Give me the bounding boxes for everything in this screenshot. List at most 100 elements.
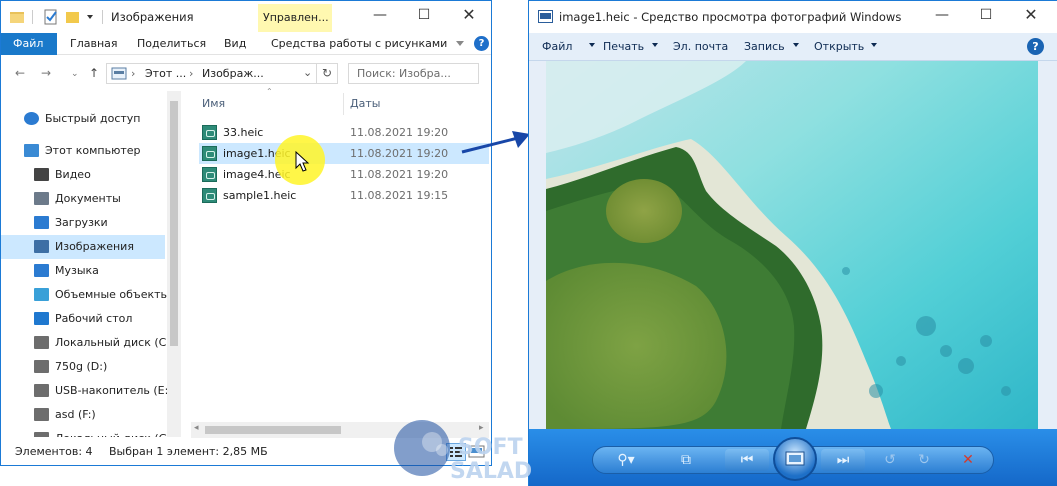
- quick-access-dropdown-icon[interactable]: [87, 15, 93, 19]
- sidebar-item-label: Быстрый доступ: [45, 112, 141, 125]
- file-row[interactable]: image1.heic 11.08.2021 19:20: [199, 143, 489, 164]
- tab-share[interactable]: Поделиться: [137, 33, 206, 55]
- file-list: ⌃ Имя Даты 33.heic 11.08.2021 19:20 image1…: [191, 87, 491, 437]
- sidebar-item[interactable]: Изображения: [1, 235, 165, 259]
- tab-picture-tools[interactable]: Средства работы с рисунками: [271, 33, 447, 55]
- drive-icon: [34, 408, 49, 421]
- properties-icon[interactable]: [43, 9, 59, 25]
- column-header-name[interactable]: Имя: [202, 97, 225, 110]
- viewer-close-button[interactable]: ✕: [1023, 7, 1039, 23]
- zoom-icon[interactable]: ⚲▾: [611, 449, 641, 471]
- softsalad-watermark-logo: SOFT SALAD: [394, 420, 532, 484]
- chevron-down-icon[interactable]: [793, 43, 799, 47]
- file-date: 11.08.2021 19:20: [350, 168, 449, 181]
- sidebar-item[interactable]: 750g (D:): [1, 355, 165, 379]
- navigation-scrollbar[interactable]: [167, 91, 181, 437]
- menu-item[interactable]: Печать: [603, 40, 644, 53]
- address-bar[interactable]: › Этот ... › Изображ... ⌄: [106, 63, 317, 84]
- viewer-help-icon[interactable]: ?: [1027, 38, 1044, 55]
- forward-arrow-icon[interactable]: →: [41, 66, 51, 80]
- maximize-button[interactable]: ☐: [416, 7, 432, 23]
- refresh-button[interactable]: ↻: [317, 63, 338, 84]
- minimize-button[interactable]: —: [372, 7, 388, 23]
- picture-tools-context-tab[interactable]: Управлен...: [258, 4, 332, 32]
- drive-icon: [34, 336, 49, 349]
- tab-file[interactable]: Файл: [1, 33, 57, 55]
- tab-home[interactable]: Главная: [70, 33, 118, 55]
- file-row[interactable]: sample1.heic 11.08.2021 19:15: [199, 185, 489, 206]
- photo-display-area: [529, 61, 1057, 429]
- previous-icon[interactable]: ⏮: [725, 449, 769, 471]
- chevron-down-icon[interactable]: [652, 43, 658, 47]
- next-icon[interactable]: ⏭: [821, 449, 865, 471]
- menu-item[interactable]: Открыть: [814, 40, 864, 53]
- sidebar-item-label: Загрузки: [55, 216, 108, 229]
- sidebar-item[interactable]: Быстрый доступ: [1, 107, 165, 131]
- sidebar-item[interactable]: Загрузки: [1, 211, 165, 235]
- expand-ribbon-icon[interactable]: [456, 41, 464, 46]
- delete-icon[interactable]: ✕: [953, 449, 983, 471]
- file-name: 33.heic: [223, 126, 264, 139]
- sidebar-item-label: Видео: [55, 168, 91, 181]
- sidebar-item[interactable]: Музыка: [1, 259, 165, 283]
- menu-item[interactable]: Файл: [542, 40, 572, 53]
- file-row[interactable]: 33.heic 11.08.2021 19:20: [199, 122, 489, 143]
- address-segment-pc[interactable]: Этот ...: [145, 67, 186, 80]
- sidebar-item[interactable]: asd (F:): [1, 403, 165, 427]
- sidebar-item[interactable]: Документы: [1, 187, 165, 211]
- scrollbar-thumb[interactable]: [205, 426, 341, 434]
- chevron-down-icon[interactable]: [589, 43, 595, 47]
- heic-file-icon: [202, 167, 217, 182]
- viewer-maximize-button[interactable]: ☐: [978, 7, 994, 23]
- tab-view[interactable]: Вид: [224, 33, 246, 55]
- sidebar-item-label: Рабочий стол: [55, 312, 133, 325]
- arrow-icon: [461, 131, 530, 154]
- rotate-counterclockwise-icon[interactable]: ↺: [875, 449, 905, 471]
- recent-locations-icon[interactable]: ⌄: [71, 69, 79, 79]
- viewer-title: image1.heic - Средство просмотра фотогра…: [559, 10, 902, 24]
- star-icon: [24, 112, 39, 125]
- drive-icon: [34, 360, 49, 373]
- sidebar-item-label: Локальный диск (G: [55, 432, 167, 437]
- sidebar-item[interactable]: Локальный диск (G: [1, 427, 167, 437]
- column-header-date[interactable]: Даты: [350, 97, 380, 110]
- sidebar-item[interactable]: Видео: [1, 163, 165, 187]
- scrollbar-thumb[interactable]: [170, 101, 178, 346]
- sidebar-item[interactable]: Локальный диск (C:: [1, 331, 170, 355]
- photo-viewer-app-icon: [538, 10, 553, 23]
- svg-text:SALAD: SALAD: [450, 459, 532, 484]
- up-arrow-icon[interactable]: ↑: [89, 66, 99, 80]
- address-segment-pictures[interactable]: Изображ...: [202, 67, 264, 80]
- close-button[interactable]: ✕: [461, 7, 477, 23]
- file-row[interactable]: image4.heic 11.08.2021 19:20: [199, 164, 489, 185]
- address-row: ← → ⌄ ↑ › Этот ... › Изображ... ⌄ ↻ Поис…: [1, 57, 491, 89]
- documents-icon: [34, 192, 49, 205]
- computer-icon: [24, 144, 39, 157]
- ribbon-tabs: Файл Главная Поделиться Вид Средства раб…: [1, 33, 491, 55]
- search-input[interactable]: Поиск: Изобра...: [348, 63, 479, 84]
- viewer-title-bar: image1.heic - Средство просмотра фотогра…: [529, 1, 1057, 33]
- navigation-pane: Быстрый доступ Этот компьютер Видео Докумен…: [1, 91, 181, 437]
- slideshow-button[interactable]: [773, 437, 817, 481]
- viewer-minimize-button[interactable]: —: [934, 7, 950, 23]
- photo-image: [546, 61, 1038, 429]
- sidebar-item[interactable]: USB-накопитель (E:): [1, 379, 173, 403]
- explorer-title: Изображения: [111, 10, 194, 24]
- menu-item[interactable]: Запись: [744, 40, 785, 53]
- menu-item[interactable]: Эл. почта: [673, 40, 728, 53]
- new-folder-icon[interactable]: [65, 9, 81, 25]
- help-icon[interactable]: ?: [474, 36, 489, 51]
- desktop-icon: [34, 312, 49, 325]
- downloads-icon: [34, 216, 49, 229]
- address-dropdown-icon[interactable]: ⌄: [303, 66, 312, 79]
- sidebar-item-label: Документы: [55, 192, 121, 205]
- rotate-clockwise-icon[interactable]: ↻: [909, 449, 939, 471]
- sidebar-item[interactable]: Объемные объекты: [1, 283, 169, 307]
- chevron-down-icon[interactable]: [871, 43, 877, 47]
- sidebar-item[interactable]: Этот компьютер: [1, 139, 165, 163]
- 3d-objects-icon: [34, 288, 49, 301]
- sidebar-item[interactable]: Рабочий стол: [1, 307, 165, 331]
- actual-size-icon[interactable]: ⧉: [671, 449, 701, 471]
- sidebar-item-label: Изображения: [55, 240, 134, 253]
- back-arrow-icon[interactable]: ←: [15, 66, 25, 80]
